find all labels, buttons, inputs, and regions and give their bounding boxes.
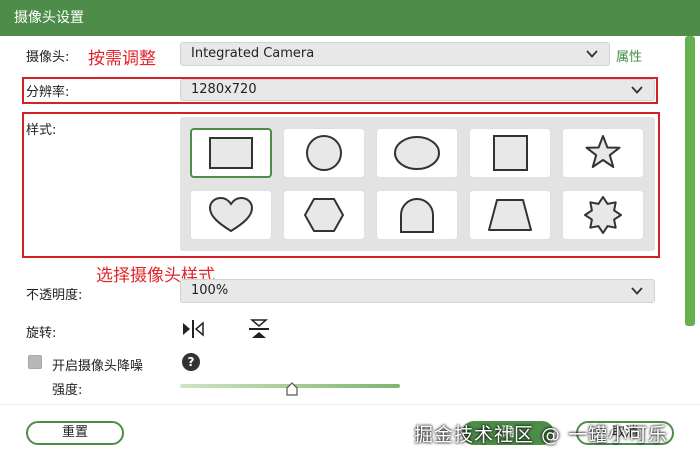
camera-select[interactable]: Integrated Camera [180,42,610,66]
hexagon-shape-icon [304,198,344,232]
star-shape-icon [585,135,621,168]
strength-label: 强度: [52,383,83,398]
shape-panel [180,117,655,251]
opacity-select[interactable]: 100% [180,279,655,303]
resolution-label: 分辨率: [26,85,70,100]
scrollbar-thumb[interactable] [685,36,695,326]
flip-horizontal-icon[interactable] [182,319,204,339]
chevron-down-icon [631,287,643,295]
strength-slider-thumb[interactable] [286,382,298,396]
chevron-down-icon [586,50,598,58]
help-icon[interactable]: ? [182,353,200,371]
camera-select-value: Integrated Camera [191,46,315,61]
camera-properties-link[interactable]: 属性 [616,46,642,65]
opacity-select-value: 100% [191,283,229,298]
ellipse-shape-icon [394,136,440,170]
flip-vertical-icon[interactable] [248,319,270,339]
window-title: 摄像头设置 [0,0,700,36]
watermark-text: 掘金技术社区 @ 一罐小可乐 [414,424,669,446]
shape-badge-button[interactable] [562,190,644,240]
shape-ellipse-button[interactable] [376,128,458,178]
annotation-adjust: 按需调整 [88,49,156,69]
resolution-select-value: 1280x720 [191,82,257,97]
denoise-label: 开启摄像头降噪 [52,359,144,374]
shape-heart-button[interactable] [190,190,272,240]
heart-shape-icon [208,196,254,233]
shape-hexagon-button[interactable] [283,190,365,240]
square-shape-icon [493,135,528,171]
camera-label: 摄像头: [26,50,70,65]
shape-square-button[interactable] [469,128,551,178]
shape-trapezoid-button[interactable] [469,190,551,240]
arch-shape-icon [400,198,434,233]
reset-button[interactable]: 重置 [26,421,124,445]
denoise-checkbox[interactable] [28,355,42,369]
shape-star-button[interactable] [562,128,644,178]
style-label: 样式: [26,123,57,138]
rotate-label: 旋转: [26,326,57,341]
shape-arch-button[interactable] [376,190,458,240]
circle-shape-icon [306,135,342,171]
opacity-label: 不透明度: [26,288,83,303]
trapezoid-shape-icon [488,199,532,231]
chevron-down-icon [631,86,643,94]
badge-shape-icon [584,196,622,234]
shape-circle-button[interactable] [283,128,365,178]
shape-rectangle-button[interactable] [190,128,272,178]
rectangle-shape-icon [209,137,253,169]
resolution-select[interactable]: 1280x720 [180,79,655,101]
